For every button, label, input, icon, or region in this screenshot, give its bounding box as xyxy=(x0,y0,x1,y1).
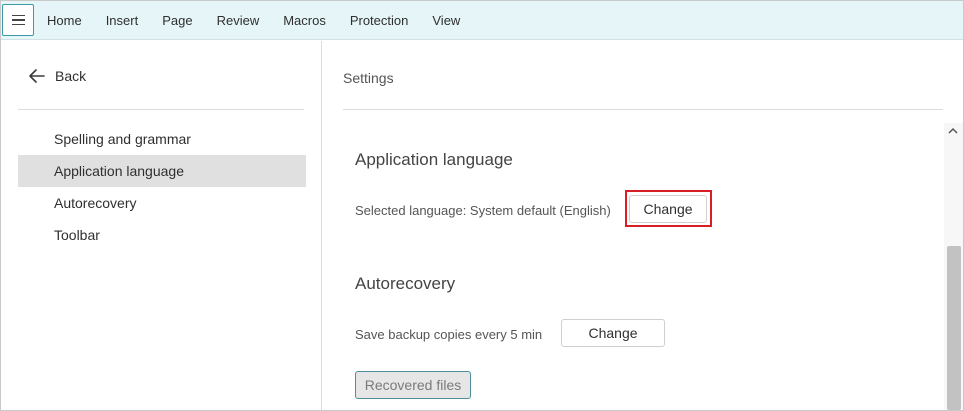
recovered-files-button[interactable]: Recovered files xyxy=(355,371,471,399)
back-label: Back xyxy=(55,68,87,84)
tab-review[interactable]: Review xyxy=(217,13,260,28)
tab-macros[interactable]: Macros xyxy=(283,13,326,28)
tab-home[interactable]: Home xyxy=(47,13,82,28)
backup-interval-text: Save backup copies every 5 min xyxy=(355,327,543,342)
sidebar-item-toolbar[interactable]: Toolbar xyxy=(18,219,306,251)
back-button[interactable]: Back xyxy=(29,68,86,84)
change-language-button[interactable]: Change xyxy=(629,195,707,223)
autorecovery-heading: Autorecovery xyxy=(355,274,456,293)
ribbon: Home Insert Page Review Macros Protectio… xyxy=(1,1,963,40)
hamburger-icon[interactable] xyxy=(2,4,34,36)
tab-page[interactable]: Page xyxy=(162,13,192,28)
tab-protection[interactable]: Protection xyxy=(350,13,409,28)
sidebar-item-spelling-and-grammar[interactable]: Spelling and grammar xyxy=(18,123,306,155)
sidebar-item-application-language[interactable]: Application language xyxy=(18,155,306,187)
selected-language-text: Selected language: System default (Engli… xyxy=(355,203,611,218)
arrow-left-icon xyxy=(29,69,45,83)
settings-content: Settings Application language Selected l… xyxy=(323,41,963,410)
chevron-up-icon[interactable] xyxy=(948,126,958,136)
settings-sidebar: Back Spelling and grammar Application la… xyxy=(1,41,322,410)
change-backup-button[interactable]: Change xyxy=(561,319,665,347)
application-language-heading: Application language xyxy=(355,150,513,169)
divider xyxy=(18,109,304,110)
sidebar-item-autorecovery[interactable]: Autorecovery xyxy=(18,187,306,219)
settings-nav: Spelling and grammar Application languag… xyxy=(18,123,306,251)
tab-view[interactable]: View xyxy=(432,13,460,28)
scrollbar-thumb[interactable] xyxy=(947,246,961,410)
divider xyxy=(343,109,943,110)
tab-insert[interactable]: Insert xyxy=(106,13,139,28)
page-title: Settings xyxy=(343,70,394,86)
ribbon-tabs: Home Insert Page Review Macros Protectio… xyxy=(47,13,484,28)
